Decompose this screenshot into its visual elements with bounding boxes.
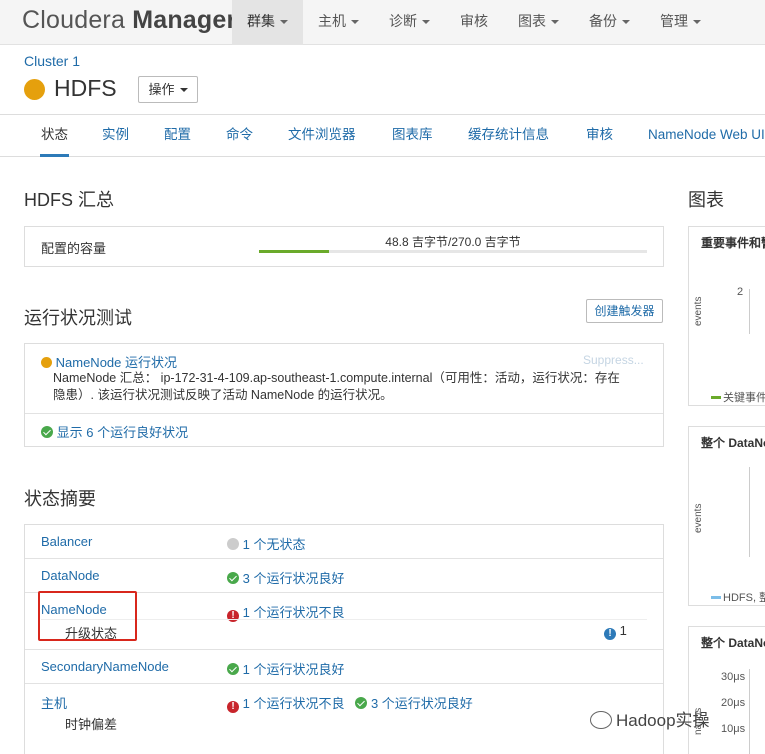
service-tabs: 状态 实例 配置 命令 文件浏览器 图表库 缓存统计信息 审核 NameNode… — [0, 114, 765, 157]
health-test-detail: NameNode 汇总： ip-172-31-4-109.ap-southeas… — [53, 370, 620, 404]
y-tick-label: 2 — [737, 286, 744, 298]
menu-hosts[interactable]: 主机 — [303, 0, 374, 45]
health-detail-line-1: NameNode 汇总： ip-172-31-4-109.ap-southeas… — [53, 371, 620, 385]
role-link-balancer[interactable]: Balancer — [41, 534, 92, 549]
tab-chart-library[interactable]: 图表库 — [392, 115, 433, 157]
y-axis-line — [749, 467, 750, 557]
role-link-secondarynamenode[interactable]: SecondaryNameNode — [41, 659, 169, 674]
top-navbar: Cloudera Manager 群集 主机 诊断 审核 图表 备份 管理 — [0, 0, 765, 45]
create-trigger-button[interactable]: 创建触发器 — [586, 299, 663, 323]
error-icon: ! — [227, 610, 239, 622]
tab-commands[interactable]: 命令 — [226, 115, 253, 157]
warning-dot-icon — [41, 357, 52, 368]
table-row: Balancer 1 个无状态 — [25, 525, 663, 559]
chart-title: 整个 DataNode — [701, 436, 765, 450]
table-row: 主机 ! 1 个运行状况不良 3 个运行状况良好 时钟偏差 — [25, 684, 663, 754]
menu-backup[interactable]: 备份 — [574, 0, 645, 45]
menu-audits[interactable]: 审核 — [445, 0, 503, 45]
chevron-down-icon — [280, 20, 288, 24]
chart-card-events: 重要事件和警报 events 2 关键事件 — [688, 226, 765, 406]
tab-configuration[interactable]: 配置 — [164, 115, 191, 157]
health-tests-heading: 运行状况测试 — [24, 308, 132, 328]
health-detail-line-2: 隐患）. 该运行状况测试反映了活动 NameNode 的运行状况。 — [53, 388, 393, 402]
role-status-hosts[interactable]: ! 1 个运行状况不良 3 个运行状况良好 — [227, 693, 473, 713]
info-icon: ! — [604, 628, 616, 640]
brand-logo[interactable]: Cloudera Manager — [22, 6, 236, 35]
charts-heading: 图表 — [688, 190, 724, 210]
tab-namenode-web-ui[interactable]: NameNode Web UI — [648, 115, 765, 157]
table-row: SecondaryNameNode 1 个运行状况良好 — [25, 650, 663, 684]
chevron-down-icon — [693, 20, 701, 24]
capacity-value: 48.8 吉字节/270.0 吉字节 — [385, 235, 521, 249]
tab-status[interactable]: 状态 — [40, 115, 69, 157]
upgrade-status-info[interactable]: ! 1 — [604, 623, 627, 640]
role-link-datanode[interactable]: DataNode — [41, 568, 100, 583]
chart-card-datanode-1: 整个 DataNode events HDFS, 整 — [688, 426, 765, 606]
capacity-label: 配置的容量 — [41, 241, 107, 256]
show-good-health-link[interactable]: 显示 6 个运行良好状况 — [57, 425, 188, 440]
page-title: HDFS — [54, 75, 117, 101]
check-circle-icon — [227, 663, 239, 675]
error-icon: ! — [227, 701, 239, 713]
tab-cache-statistics[interactable]: 缓存统计信息 — [468, 115, 549, 157]
capacity-panel: 配置的容量 48.8 吉字节/270.0 吉字节 — [24, 226, 664, 267]
y-tick-label: 30μs — [721, 671, 746, 683]
capacity-bar — [259, 250, 647, 253]
y-axis-label: events — [693, 296, 704, 326]
status-summary-heading: 状态摘要 — [24, 489, 96, 509]
health-tests-panel: NameNode 运行状况 Suppress... NameNode 汇总： i… — [24, 343, 664, 447]
tab-file-browser[interactable]: 文件浏览器 — [288, 115, 356, 157]
show-good-row[interactable]: 显示 6 个运行良好状况 — [41, 422, 188, 441]
tab-instances[interactable]: 实例 — [102, 115, 129, 157]
table-row: DataNode 3 个运行状况良好 — [25, 559, 663, 593]
check-circle-icon — [41, 426, 53, 438]
y-tick-label: 10μs — [721, 723, 746, 735]
namenode-highlight-box — [38, 591, 137, 641]
summary-heading: HDFS 汇总 — [24, 190, 114, 210]
clock-skew-label: 时钟偏差 — [65, 717, 118, 732]
health-test-row: NameNode 运行状况 — [41, 352, 177, 371]
menu-charts[interactable]: 图表 — [503, 0, 574, 45]
y-axis-line — [749, 289, 750, 334]
y-axis-label: events — [693, 503, 704, 533]
legend-swatch — [711, 596, 721, 599]
menu-diagnostics[interactable]: 诊断 — [374, 0, 445, 45]
check-circle-icon — [227, 572, 239, 584]
role-status-datanode[interactable]: 3 个运行状况良好 — [227, 568, 344, 587]
chart-legend: HDFS, 整 — [711, 589, 765, 605]
suppress-link[interactable]: Suppress... — [583, 353, 644, 367]
role-status-balancer[interactable]: 1 个无状态 — [227, 534, 305, 553]
role-link-hosts[interactable]: 主机 — [41, 693, 67, 712]
namenode-health-link[interactable]: NameNode 运行状况 — [56, 355, 177, 370]
chart-legend: 关键事件 — [711, 389, 765, 405]
no-status-icon — [227, 538, 239, 550]
tab-audits[interactable]: 审核 — [586, 115, 613, 157]
menu-clusters[interactable]: 群集 — [232, 0, 303, 45]
chevron-down-icon — [179, 88, 188, 92]
chart-title: 重要事件和警报 — [701, 236, 765, 250]
cluster-breadcrumb-link[interactable]: Cluster 1 — [24, 53, 80, 69]
chart-title: 整个 DataNode — [701, 636, 765, 650]
wechat-logo-icon — [590, 711, 612, 729]
chevron-down-icon — [351, 20, 359, 24]
chevron-down-icon — [551, 20, 559, 24]
chart-card-datanode-2: 整个 DataNode nanos 30μs 20μs 10μs — [688, 626, 765, 754]
role-status-secondarynamenode[interactable]: 1 个运行状况良好 — [227, 659, 344, 678]
check-circle-icon — [355, 697, 368, 709]
divider — [25, 413, 663, 414]
chevron-down-icon — [622, 20, 630, 24]
capacity-bar-fill — [259, 250, 330, 253]
watermark: Hadoop实操 — [590, 706, 710, 731]
y-axis-line — [749, 669, 750, 754]
actions-dropdown-button[interactable]: 操作 — [138, 76, 198, 103]
main-menu: 群集 主机 诊断 审核 图表 备份 管理 — [232, 0, 716, 45]
service-status-dot-icon — [24, 79, 45, 100]
y-tick-label: 20μs — [721, 697, 746, 709]
legend-swatch — [711, 396, 721, 399]
chevron-down-icon — [422, 20, 430, 24]
menu-administration[interactable]: 管理 — [645, 0, 716, 45]
